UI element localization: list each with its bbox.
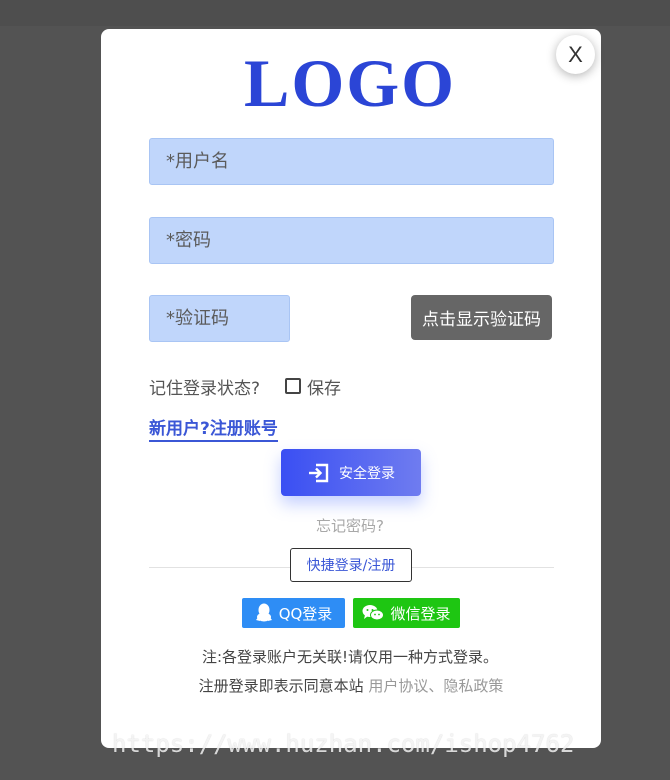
show-captcha-button[interactable]: 点击显示验证码 <box>411 295 552 340</box>
qq-login-label: QQ登录 <box>278 604 333 623</box>
login-icon <box>309 463 329 482</box>
qq-login-button[interactable]: QQ登录 <box>242 598 345 628</box>
account-note: 注:各登录账户无关联!请仅用一种方式登录。 <box>201 648 499 666</box>
remember-checkbox[interactable] <box>285 378 301 394</box>
wechat-icon <box>362 605 385 621</box>
close-icon: X <box>568 41 583 67</box>
agreement-line: 注册登录即表示同意本站 用户协议、隐私政策 <box>0 675 670 696</box>
save-label: 保存 <box>307 379 341 399</box>
login-button-label: 安全登录 <box>339 465 395 482</box>
top-navigation-bar <box>0 0 670 26</box>
privacy-policy-link[interactable]: 隐私政策 <box>443 677 503 695</box>
remember-login-label: 记住登录状态? <box>149 379 261 399</box>
register-link[interactable]: 新用户?注册账号 <box>149 418 278 442</box>
qq-icon <box>255 603 272 622</box>
secure-login-button[interactable]: 安全登录 <box>281 449 421 496</box>
watermark: https://www.huzhan.com/ishop4762 <box>112 730 575 758</box>
close-button[interactable]: X <box>556 35 595 74</box>
password-input[interactable] <box>149 217 554 264</box>
forgot-password-link[interactable]: 忘记密码? <box>0 515 670 536</box>
quick-login-register-button[interactable]: 快捷登录/注册 <box>290 548 412 582</box>
wechat-login-label: 微信登录 <box>390 604 451 623</box>
user-agreement-link[interactable]: 用户协议 <box>368 677 428 695</box>
captcha-input[interactable] <box>149 295 290 342</box>
username-input[interactable] <box>149 138 554 185</box>
agreement-prefix: 注册登录即表示同意本站 <box>198 677 364 695</box>
wechat-login-button[interactable]: 微信登录 <box>353 598 460 628</box>
agreement-separator: 、 <box>428 677 444 695</box>
